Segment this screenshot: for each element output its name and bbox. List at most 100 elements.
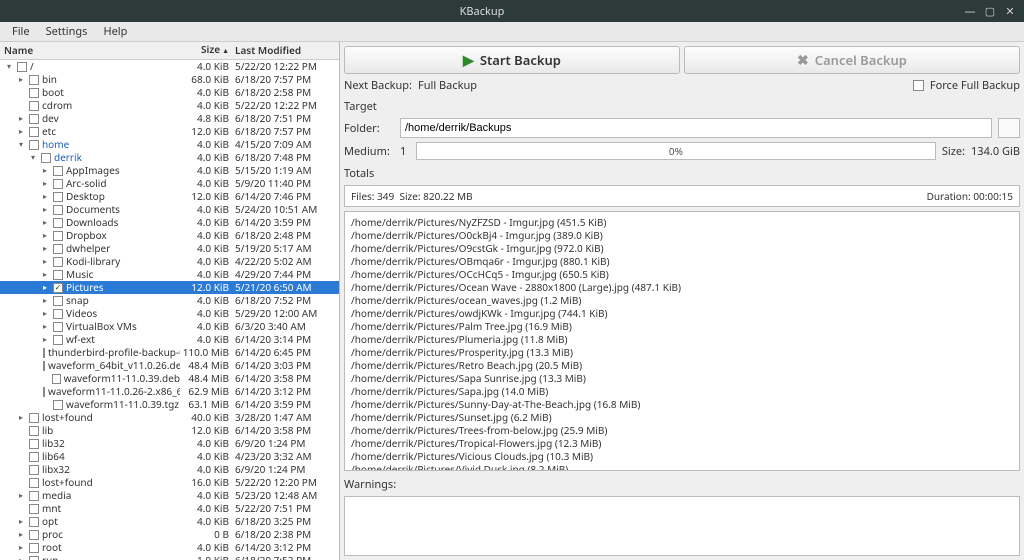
tree-row[interactable]: ▸dev4.8 KiB6/18/20 7:51 PM bbox=[0, 112, 339, 125]
include-checkbox[interactable] bbox=[29, 530, 39, 540]
include-checkbox[interactable] bbox=[53, 322, 63, 332]
expand-toggle-icon[interactable]: ▸ bbox=[16, 73, 26, 86]
include-checkbox[interactable] bbox=[29, 75, 39, 85]
include-checkbox[interactable] bbox=[29, 491, 39, 501]
expand-toggle-icon[interactable]: ▸ bbox=[40, 216, 50, 229]
include-checkbox[interactable] bbox=[53, 400, 63, 410]
minimize-icon[interactable]: — bbox=[962, 3, 978, 19]
expand-toggle-icon[interactable]: ▸ bbox=[16, 515, 26, 528]
include-checkbox[interactable] bbox=[53, 192, 63, 202]
include-checkbox[interactable] bbox=[43, 387, 45, 397]
include-checkbox[interactable] bbox=[53, 296, 63, 306]
tree-row[interactable]: boot4.0 KiB6/18/20 2:58 PM bbox=[0, 86, 339, 99]
expand-toggle-icon[interactable]: ▸ bbox=[40, 307, 50, 320]
tree-row[interactable]: waveform11-11.0.39.deb48.4 MiB6/14/20 3:… bbox=[0, 372, 339, 385]
include-checkbox[interactable] bbox=[29, 127, 39, 137]
col-size[interactable]: Size▲ bbox=[180, 43, 235, 58]
include-checkbox[interactable] bbox=[29, 517, 39, 527]
menu-file[interactable]: File bbox=[4, 22, 38, 41]
include-checkbox[interactable] bbox=[53, 244, 63, 254]
tree-row[interactable]: lost+found16.0 KiB5/22/20 12:20 PM bbox=[0, 476, 339, 489]
tree-row[interactable]: ▸Downloads4.0 KiB6/14/20 3:59 PM bbox=[0, 216, 339, 229]
include-checkbox[interactable] bbox=[29, 439, 39, 449]
tree-row[interactable]: ▸Desktop12.0 KiB6/14/20 7:46 PM bbox=[0, 190, 339, 203]
menu-help[interactable]: Help bbox=[95, 22, 135, 41]
tree-row[interactable]: lib324.0 KiB6/9/20 1:24 PM bbox=[0, 437, 339, 450]
log-output[interactable]: /home/derrik/Pictures/NyZFZSD - Imgur.jp… bbox=[344, 211, 1020, 471]
tree-row[interactable]: thunderbird-profile-backup-06_14_2020.ta… bbox=[0, 346, 339, 359]
expand-toggle-icon[interactable]: ▾ bbox=[4, 60, 14, 73]
include-checkbox[interactable] bbox=[53, 205, 63, 215]
tree-row[interactable]: ▸snap4.0 KiB6/18/20 7:52 PM bbox=[0, 294, 339, 307]
include-checkbox[interactable] bbox=[29, 465, 39, 475]
tree-row[interactable]: ▸media4.0 KiB5/23/20 12:48 AM bbox=[0, 489, 339, 502]
tree-row[interactable]: waveform11-11.0.39.tgz63.1 MiB6/14/20 3:… bbox=[0, 398, 339, 411]
tree-row[interactable]: ▸dwhelper4.0 KiB5/19/20 5:17 AM bbox=[0, 242, 339, 255]
expand-toggle-icon[interactable]: ▸ bbox=[16, 554, 26, 560]
expand-toggle-icon[interactable]: ▸ bbox=[40, 164, 50, 177]
browse-folder-button[interactable] bbox=[998, 118, 1020, 138]
expand-toggle-icon[interactable]: ▸ bbox=[16, 411, 26, 424]
include-checkbox[interactable] bbox=[29, 88, 39, 98]
include-checkbox[interactable] bbox=[53, 309, 63, 319]
tree-row[interactable]: ▸etc12.0 KiB6/18/20 7:57 PM bbox=[0, 125, 339, 138]
col-name[interactable]: Name bbox=[4, 44, 180, 57]
include-checkbox[interactable] bbox=[53, 335, 63, 345]
include-checkbox[interactable] bbox=[17, 62, 27, 72]
tree-row[interactable]: ▸wf-ext4.0 KiB6/14/20 3:14 PM bbox=[0, 333, 339, 346]
expand-toggle-icon[interactable]: ▸ bbox=[16, 489, 26, 502]
include-checkbox[interactable] bbox=[52, 374, 61, 384]
expand-toggle-icon[interactable]: ▸ bbox=[40, 242, 50, 255]
tree-row[interactable]: ▸bin68.0 KiB6/18/20 7:57 PM bbox=[0, 73, 339, 86]
expand-toggle-icon[interactable]: ▸ bbox=[40, 294, 50, 307]
tree-row[interactable]: libx324.0 KiB6/9/20 1:24 PM bbox=[0, 463, 339, 476]
include-checkbox[interactable] bbox=[53, 166, 63, 176]
tree-row[interactable]: ▸Arc-solid4.0 KiB5/9/20 11:40 PM bbox=[0, 177, 339, 190]
expand-toggle-icon[interactable]: ▸ bbox=[16, 541, 26, 554]
tree-row[interactable]: lib644.0 KiB4/23/20 3:32 AM bbox=[0, 450, 339, 463]
menu-settings[interactable]: Settings bbox=[38, 22, 96, 41]
tree-row[interactable]: ▸run1.0 KiB6/18/20 7:52 PM bbox=[0, 554, 339, 560]
tree-row[interactable]: waveform_64bit_v11.0.26.deb48.4 MiB6/14/… bbox=[0, 359, 339, 372]
tree-body[interactable]: ▾/4.0 KiB5/22/20 12:22 PM▸bin68.0 KiB6/1… bbox=[0, 60, 339, 560]
include-checkbox[interactable] bbox=[29, 543, 39, 553]
tree-row[interactable]: ▸proc0 B6/18/20 2:38 PM bbox=[0, 528, 339, 541]
include-checkbox[interactable] bbox=[29, 140, 39, 150]
tree-row[interactable]: ▸VirtualBox VMs4.0 KiB6/3/20 3:40 AM bbox=[0, 320, 339, 333]
tree-row[interactable]: ▸Pictures12.0 KiB5/21/20 6:50 AM bbox=[0, 281, 339, 294]
tree-row[interactable]: ▸Music4.0 KiB4/29/20 7:44 PM bbox=[0, 268, 339, 281]
expand-toggle-icon[interactable]: ▸ bbox=[40, 190, 50, 203]
include-checkbox[interactable] bbox=[43, 361, 45, 371]
expand-toggle-icon[interactable]: ▸ bbox=[40, 255, 50, 268]
tree-row[interactable]: ▸opt4.0 KiB6/18/20 3:25 PM bbox=[0, 515, 339, 528]
include-checkbox[interactable] bbox=[29, 114, 39, 124]
include-checkbox[interactable] bbox=[53, 270, 63, 280]
expand-toggle-icon[interactable]: ▸ bbox=[40, 333, 50, 346]
tree-row[interactable]: cdrom4.0 KiB5/22/20 12:22 PM bbox=[0, 99, 339, 112]
tree-row[interactable]: ▸lost+found40.0 KiB3/28/20 1:47 AM bbox=[0, 411, 339, 424]
include-checkbox[interactable] bbox=[29, 478, 39, 488]
expand-toggle-icon[interactable]: ▸ bbox=[16, 528, 26, 541]
include-checkbox[interactable] bbox=[29, 426, 39, 436]
include-checkbox[interactable] bbox=[53, 231, 63, 241]
tree-row[interactable]: ▸Dropbox4.0 KiB6/18/20 2:48 PM bbox=[0, 229, 339, 242]
include-checkbox[interactable] bbox=[29, 504, 39, 514]
include-checkbox[interactable] bbox=[53, 179, 63, 189]
tree-row[interactable]: ▾derrik4.0 KiB6/18/20 7:48 PM bbox=[0, 151, 339, 164]
tree-row[interactable]: ▾home4.0 KiB4/15/20 7:09 AM bbox=[0, 138, 339, 151]
expand-toggle-icon[interactable]: ▸ bbox=[40, 268, 50, 281]
include-checkbox[interactable] bbox=[29, 556, 39, 560]
expand-toggle-icon[interactable]: ▸ bbox=[40, 203, 50, 216]
include-checkbox[interactable] bbox=[29, 101, 39, 111]
maximize-icon[interactable]: ▢ bbox=[982, 3, 998, 19]
include-checkbox[interactable] bbox=[41, 153, 51, 163]
tree-row[interactable]: ▸AppImages4.0 KiB5/15/20 1:19 AM bbox=[0, 164, 339, 177]
include-checkbox[interactable] bbox=[53, 257, 63, 267]
folder-input[interactable] bbox=[400, 118, 992, 138]
include-checkbox[interactable] bbox=[43, 348, 45, 358]
col-modified[interactable]: Last Modified bbox=[235, 44, 335, 57]
warnings-box[interactable] bbox=[344, 496, 1020, 556]
expand-toggle-icon[interactable]: ▾ bbox=[16, 138, 26, 151]
include-checkbox[interactable] bbox=[29, 452, 39, 462]
tree-row[interactable]: ▸Kodi-library4.0 KiB4/22/20 5:02 AM bbox=[0, 255, 339, 268]
